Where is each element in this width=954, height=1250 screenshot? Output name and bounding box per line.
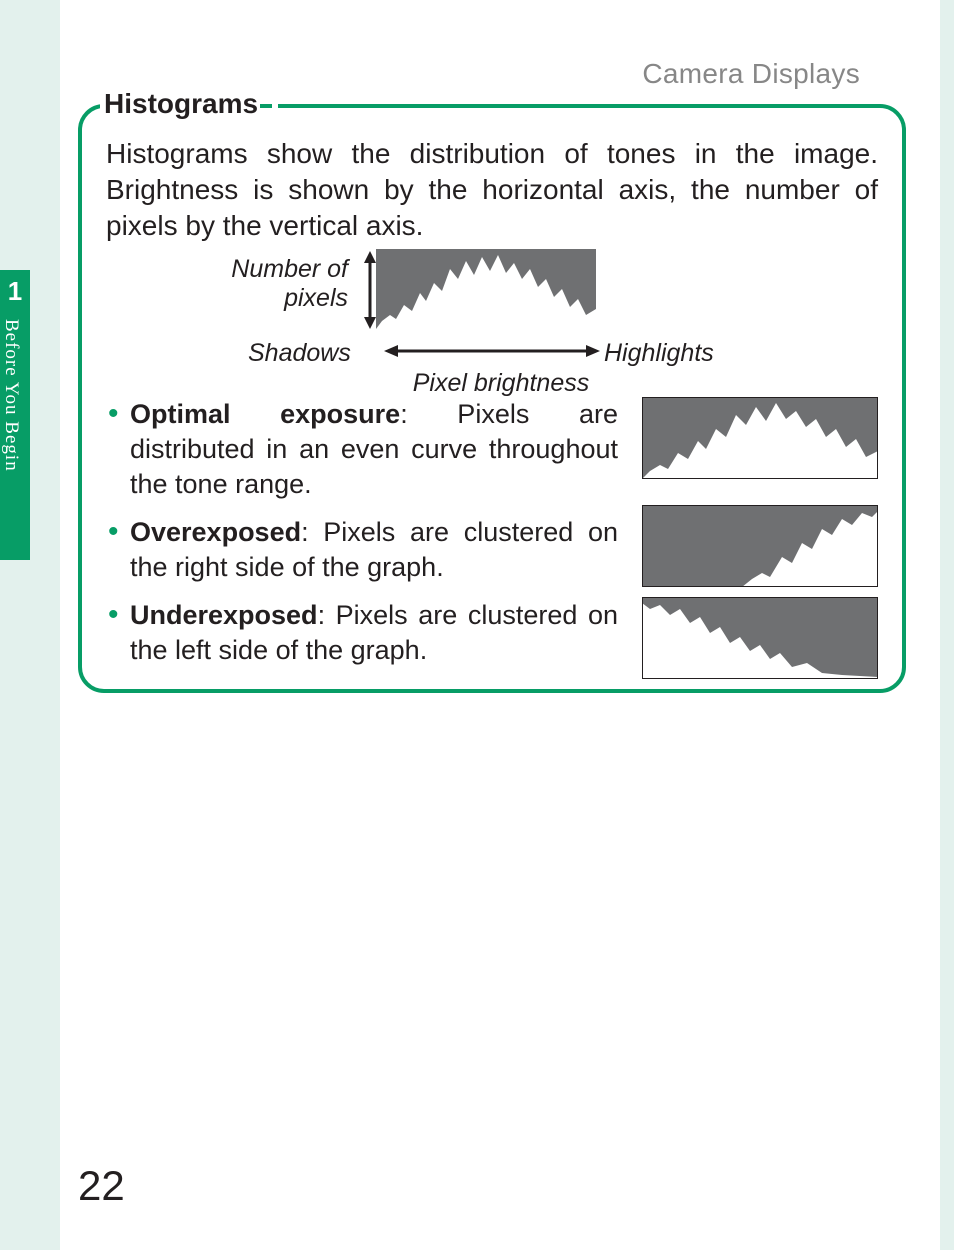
- highlights-label: Highlights: [604, 339, 714, 368]
- exposure-list: Optimal exposure: Pixels are distributed…: [106, 397, 878, 667]
- term: Underexposed: [130, 600, 318, 630]
- horizontal-arrow-icon: [384, 342, 600, 360]
- info-box-title: Histograms: [100, 88, 278, 120]
- term: Optimal exposure: [130, 399, 400, 429]
- shadows-label: Shadows: [248, 339, 351, 368]
- histogram-main-icon: [376, 249, 596, 329]
- yaxis-label: Number of pixels: [178, 255, 348, 313]
- xaxis-label: Pixel brightness: [396, 369, 606, 398]
- term: Overexposed: [130, 517, 301, 547]
- histogram-diagram: Number of pixels Shadows Highlights Pixe…: [106, 249, 878, 389]
- histogram-overexposed-icon: [642, 505, 878, 587]
- histogram-underexposed-icon: [642, 597, 878, 679]
- page: Camera Displays Histograms Histograms sh…: [60, 0, 940, 1250]
- histogram-optimal-icon: [642, 397, 878, 479]
- info-box-histograms: Histograms Histograms show the distribut…: [78, 104, 906, 693]
- intro-text: Histograms show the distribution of tone…: [106, 136, 878, 243]
- chapter-tab: 1 Before You Begin: [0, 270, 30, 560]
- page-number: 22: [78, 1162, 125, 1210]
- chapter-number: 1: [0, 276, 30, 307]
- info-box-title-text: Histograms: [104, 88, 258, 120]
- section-header: Camera Displays: [642, 58, 860, 90]
- chapter-title: Before You Begin: [0, 319, 22, 472]
- title-rule-icon: [260, 104, 272, 108]
